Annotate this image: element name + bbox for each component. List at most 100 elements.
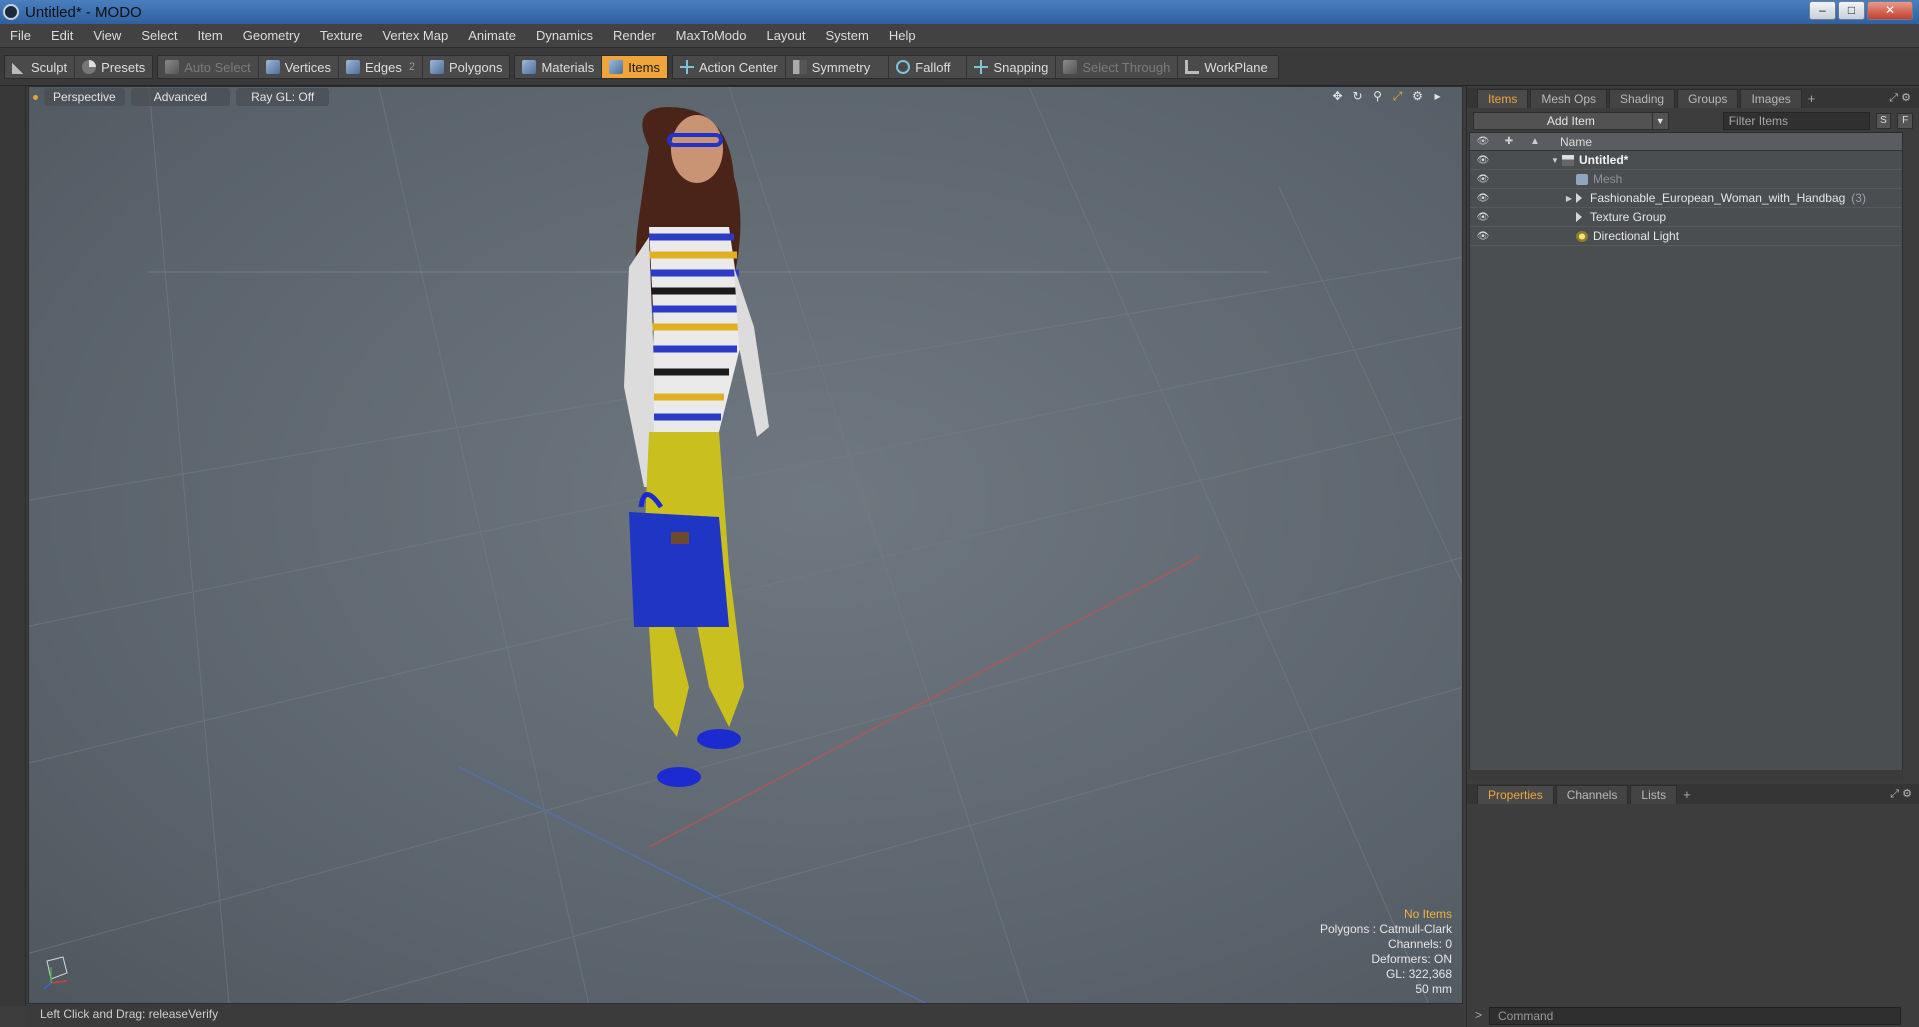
menu-select[interactable]: Select	[131, 24, 187, 48]
menu-layout[interactable]: Layout	[756, 24, 815, 48]
z-axis-line	[458, 766, 927, 1003]
tree-item-label: Untitled*	[1579, 153, 1629, 167]
command-input[interactable]: Command	[1489, 1007, 1901, 1025]
snapping-icon	[974, 60, 989, 74]
falloff-button[interactable]: Falloff	[889, 56, 968, 78]
move-view-icon[interactable]: ✥	[1331, 90, 1344, 103]
name-column-header[interactable]: Name	[1560, 135, 1592, 149]
zoom-view-icon[interactable]: ⚲	[1371, 90, 1384, 103]
menu-system[interactable]: System	[816, 24, 879, 48]
edges-badge: 2	[408, 61, 415, 73]
filter-f-button[interactable]: F	[1897, 113, 1914, 129]
symmetry-button[interactable]: Symmetry	[786, 56, 890, 78]
eye-icon[interactable]: 👁	[1470, 212, 1496, 223]
perspective-tab[interactable]: Perspective	[44, 88, 125, 106]
menu-dynamics[interactable]: Dynamics	[526, 24, 603, 48]
select-through-button[interactable]: Select Through	[1056, 56, 1179, 78]
brush-icon	[12, 60, 26, 74]
fit-view-icon[interactable]: ⤢	[1391, 90, 1404, 103]
tab-groups[interactable]: Groups	[1677, 88, 1739, 108]
materials-button[interactable]: Materials	[515, 56, 603, 78]
menu-render[interactable]: Render	[603, 24, 666, 48]
tab-lists[interactable]: Lists	[1630, 784, 1678, 804]
menu-texture[interactable]: Texture	[310, 24, 373, 48]
tab-properties[interactable]: Properties	[1477, 784, 1554, 804]
properties-tabbar: Properties Channels Lists + ⤢ ⚙	[1467, 784, 1919, 804]
horizontal-scrollbar[interactable]	[1469, 770, 1903, 780]
add-item-button[interactable]: Add Item ▼	[1473, 112, 1669, 130]
left-tool-strip[interactable]	[0, 86, 26, 1006]
properties-panel	[1469, 806, 1919, 1001]
workplane-label: WorkPlane	[1204, 59, 1268, 75]
menu-view[interactable]: View	[83, 24, 131, 48]
vertices-button[interactable]: Vertices	[259, 56, 339, 78]
tab-shading[interactable]: Shading	[1609, 88, 1676, 108]
render-column-icon[interactable]: ▲	[1522, 136, 1548, 147]
items-button[interactable]: Items	[602, 56, 667, 78]
expand-arrow-icon[interactable]: ▸	[1431, 90, 1444, 103]
eye-icon[interactable]: 👁	[1470, 174, 1496, 185]
menu-edit[interactable]: Edit	[41, 24, 83, 48]
window-title: Untitled* - MODO	[25, 3, 142, 21]
viewport-info: No Items Polygons : Catmull-Clark Channe…	[1320, 907, 1452, 997]
group-icon	[1576, 193, 1582, 203]
action-center-label: Action Center	[699, 59, 778, 75]
tree-row[interactable]: 👁 ▶ Fashionable_European_Woman_with_Hand…	[1470, 189, 1902, 208]
tree-row[interactable]: 👁 Mesh	[1470, 170, 1902, 189]
tree-row[interactable]: 👁 Directional Light	[1470, 227, 1902, 246]
tab-images[interactable]: Images	[1740, 88, 1802, 108]
eye-icon[interactable]: 👁	[1470, 193, 1496, 204]
edges-button[interactable]: Edges 2	[339, 56, 423, 78]
minimize-button[interactable]: –	[1809, 1, 1836, 20]
add-tab-icon[interactable]: +	[1683, 787, 1691, 802]
sculpt-button[interactable]: Sculpt	[5, 56, 76, 78]
chevron-down-icon[interactable]: ▼	[1651, 113, 1668, 129]
close-button[interactable]: ✕	[1867, 1, 1913, 20]
auto-select-button[interactable]: Auto Select	[158, 56, 259, 78]
title-bar: Untitled* - MODO – □ ✕	[0, 0, 1919, 24]
lens-info: 50 mm	[1415, 982, 1452, 996]
eye-icon[interactable]: 👁	[1470, 231, 1496, 242]
menu-vertex-map[interactable]: Vertex Map	[372, 24, 458, 48]
tab-mesh-ops[interactable]: Mesh Ops	[1530, 88, 1608, 108]
expand-arrow-icon[interactable]: ▼	[1548, 156, 1562, 165]
3d-viewport[interactable]: Perspective Advanced Ray GL: Off ✥ ↻ ⚲ ⤢…	[28, 86, 1463, 1004]
items-toolbar: Add Item ▼ Filter Items S F	[1467, 110, 1919, 132]
viewport-options-icon[interactable]	[33, 94, 38, 100]
snapping-button[interactable]: Snapping	[967, 56, 1057, 78]
axis-gizmo-icon	[43, 956, 68, 990]
tree-item-label: Fashionable_European_Woman_with_Handbag	[1590, 191, 1846, 205]
right-panel: Items Mesh Ops Shading Groups Images + ⤢…	[1466, 86, 1919, 1027]
menu-geometry[interactable]: Geometry	[233, 24, 310, 48]
tree-row[interactable]: 👁 Texture Group	[1470, 208, 1902, 227]
lock-column-icon[interactable]: ✚	[1496, 136, 1522, 147]
expand-arrow-icon[interactable]: ▶	[1548, 194, 1576, 203]
menu-maxtomodo[interactable]: MaxToModo	[666, 24, 757, 48]
workplane-button[interactable]: WorkPlane	[1178, 56, 1277, 78]
rotate-view-icon[interactable]: ↻	[1351, 90, 1364, 103]
maximize-button[interactable]: □	[1838, 1, 1865, 20]
visibility-column-icon[interactable]: 👁	[1470, 136, 1496, 147]
menu-help[interactable]: Help	[879, 24, 926, 48]
status-line: Left Click and Drag: releaseVerify	[28, 1005, 1463, 1027]
raygl-tab[interactable]: Ray GL: Off	[236, 88, 330, 106]
panel-options-icon[interactable]: ⤢ ⚙	[1890, 787, 1912, 801]
tree-row[interactable]: 👁 ▼ Untitled*	[1470, 151, 1902, 170]
action-center-button[interactable]: Action Center	[673, 56, 786, 78]
filter-s-button[interactable]: S	[1875, 113, 1892, 129]
settings-icon[interactable]: ⚙	[1411, 90, 1424, 103]
polygons-button[interactable]: Polygons	[423, 56, 509, 78]
auto-select-icon	[165, 60, 180, 74]
tab-items[interactable]: Items	[1477, 88, 1529, 108]
menu-file[interactable]: File	[0, 24, 41, 48]
add-tab-icon[interactable]: +	[1808, 91, 1816, 106]
menu-animate[interactable]: Animate	[458, 24, 526, 48]
eye-icon[interactable]: 👁	[1470, 155, 1496, 166]
tree-item-label: Directional Light	[1593, 229, 1680, 243]
advanced-tab[interactable]: Advanced	[130, 88, 231, 106]
panel-options-icon[interactable]: ⤢ ⚙	[1889, 91, 1911, 105]
filter-items-input[interactable]: Filter Items	[1722, 112, 1870, 130]
menu-item[interactable]: Item	[187, 24, 232, 48]
tab-channels[interactable]: Channels	[1555, 784, 1629, 804]
presets-button[interactable]: Presets	[75, 56, 152, 78]
